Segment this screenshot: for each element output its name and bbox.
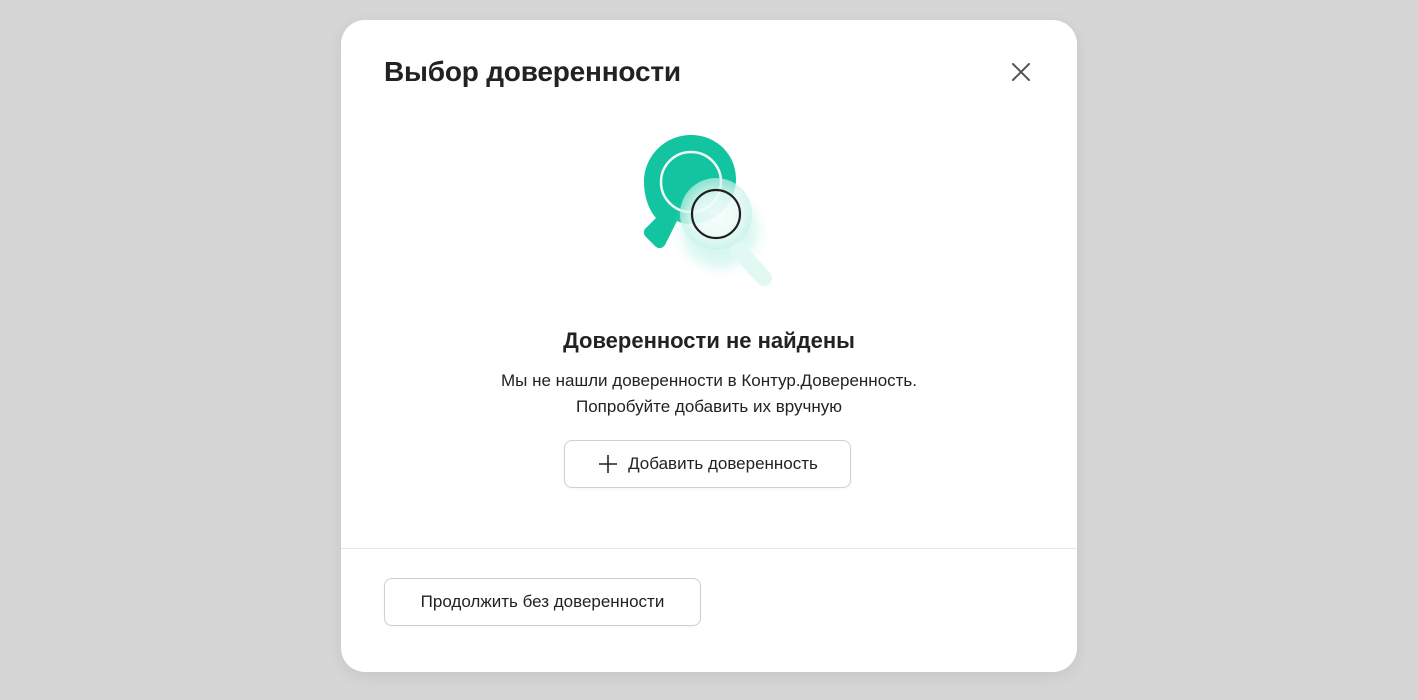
empty-state-title: Доверенности не найдены xyxy=(563,328,855,353)
empty-state-text-line1: Мы не нашли доверенности в Контур.Довере… xyxy=(500,371,918,390)
search-not-found-icon xyxy=(636,132,796,302)
plus-icon xyxy=(597,453,619,475)
dialog-title: Выбор доверенности xyxy=(384,56,681,87)
continue-without-power-of-attorney-button[interactable]: Продолжить без доверенности xyxy=(384,578,701,626)
close-icon xyxy=(1012,63,1030,81)
empty-state-description: Мы не нашли доверенности в Контур.Довере… xyxy=(341,368,1077,420)
close-button[interactable] xyxy=(1006,57,1036,87)
footer-divider xyxy=(341,548,1077,549)
empty-state-text-line2: Попробуйте добавить их вручную xyxy=(576,397,842,416)
add-button-label: Добавить доверенность xyxy=(628,454,818,473)
dialog: Выбор доверенности Доверенности не найде… xyxy=(341,20,1077,672)
add-power-of-attorney-button[interactable]: Добавить доверенность xyxy=(564,440,851,488)
continue-button-label: Продолжить без доверенности xyxy=(420,592,665,611)
